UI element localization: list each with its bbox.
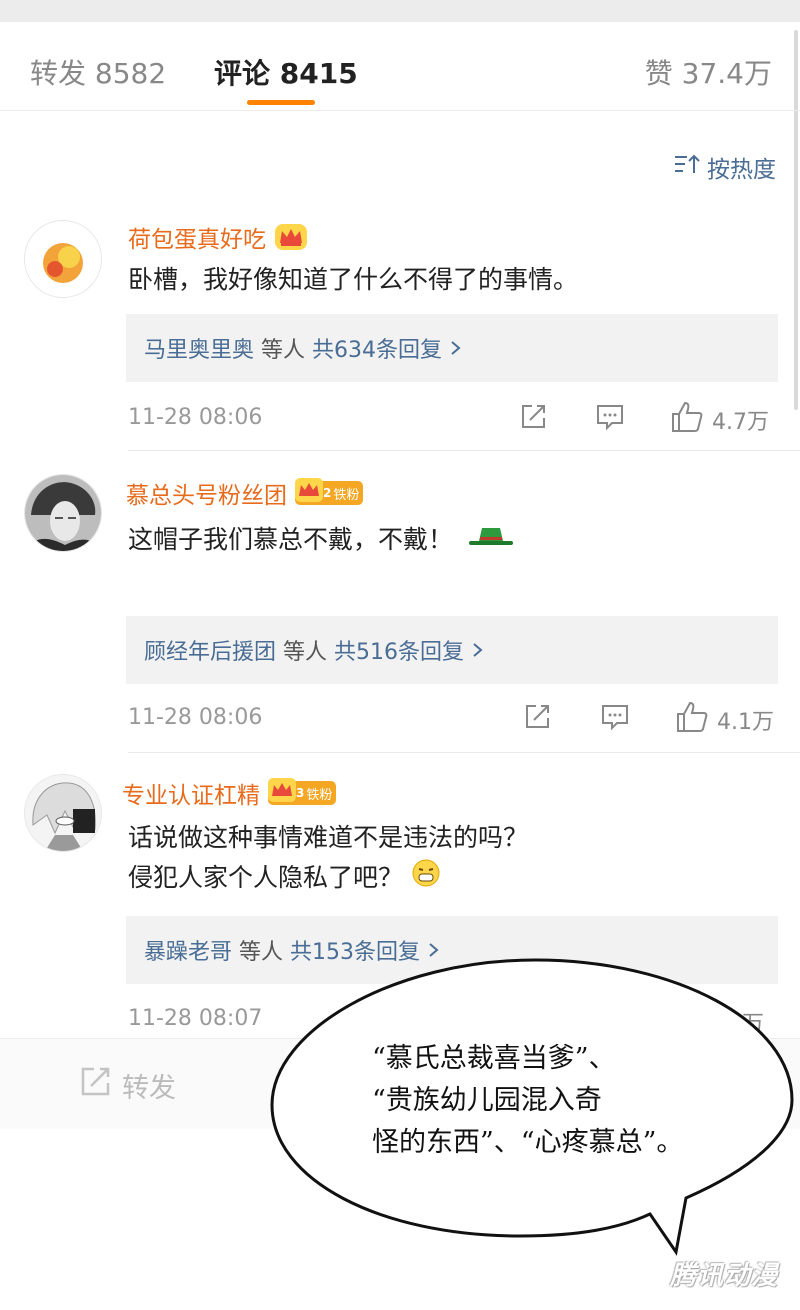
grin-emoji-icon (411, 858, 441, 900)
reply-user[interactable]: 顾经年后援团 (144, 640, 276, 665)
username-text: 慕总头号粉丝团 (126, 483, 287, 509)
tab-comment-count: 8415 (279, 57, 358, 90)
divider (128, 752, 800, 753)
sort-button[interactable]: 按热度 (673, 150, 776, 184)
chevron-right-icon (471, 640, 485, 665)
chevron-right-icon (449, 338, 463, 363)
reply-mid: 等人 (239, 940, 284, 965)
reply-count[interactable]: 共634条回复 (312, 338, 442, 363)
bubble-line: “慕氏总裁喜当爹”、 (372, 1043, 616, 1074)
share-icon (78, 1065, 112, 1106)
comment-username[interactable]: 慕总头号粉丝团 2 铁粉 (126, 476, 364, 510)
reply-user[interactable]: 暴躁老哥 (144, 940, 232, 965)
like-button[interactable]: 4.7万 (670, 400, 769, 440)
avatar[interactable] (24, 774, 102, 852)
comment-text-line: 侵犯人家个人隐私了吧？ (128, 863, 404, 892)
like-button[interactable]: 3万 (728, 1006, 764, 1038)
sort-icon (673, 152, 701, 182)
avatar[interactable] (24, 220, 102, 298)
comment-text: 这帽子我们慕总不戴，不戴！ (128, 520, 515, 561)
reply-mid: 等人 (261, 338, 306, 363)
comment-icon (600, 702, 630, 738)
comment-text-line: 这帽子我们慕总不戴，不戴！ (128, 525, 454, 554)
repost-label: 转发 (122, 1073, 176, 1104)
like-count: 4.1万 (717, 710, 774, 735)
reply-comment-button[interactable] (595, 402, 625, 438)
share-icon (518, 402, 548, 438)
reply-count[interactable]: 共516条回复 (334, 640, 464, 665)
comment-text: 话说做这种事情难道不是违法的吗？ 侵犯人家个人隐私了吧？ (128, 818, 528, 900)
chevron-right-icon (427, 940, 441, 965)
comment-time: 11-28 08:06 (128, 705, 263, 730)
bubble-line: “贵族幼儿园混入奇 (372, 1085, 602, 1116)
fan-level: 3 (296, 786, 305, 800)
repost-button[interactable]: 转发 (78, 1065, 176, 1106)
tab-repost-label: 转发 (30, 57, 87, 90)
tab-like-label: 赞 (644, 57, 673, 90)
reply-summary[interactable]: 顾经年后援团 等人 共516条回复 (126, 616, 778, 684)
comment-time: 11-28 08:07 (128, 1006, 263, 1031)
username-text: 专业认证杠精 (122, 783, 260, 809)
vip-crown-icon (274, 221, 308, 253)
comment-username[interactable]: 专业认证杠精 3 铁粉 (122, 776, 337, 810)
tab-repost[interactable]: 转发 8582 (30, 52, 166, 92)
comment-text: 卧槽，我好像知道了什么不得了的事情。 (128, 265, 579, 294)
tab-comment[interactable]: 评论 8415 (214, 52, 358, 92)
like-count: 4.7万 (712, 410, 769, 435)
tab-like-count: 37.4万 (681, 57, 772, 90)
bubble-line: 怪的东西”、“心疼慕总”。 (372, 1127, 684, 1158)
thumbs-up-icon (675, 700, 709, 740)
comment-text-line: 话说做这种事情难道不是违法的吗？ (128, 823, 529, 852)
tab-active-indicator (247, 100, 315, 105)
tab-bar: 转发 8582 评论 8415 赞 37.4万 (0, 22, 800, 111)
share-icon (522, 702, 552, 738)
reply-summary[interactable]: 暴躁老哥 等人 共153条回复 (126, 916, 778, 984)
reply-comment-button[interactable] (600, 702, 630, 738)
fan-badge: 2 铁粉 (295, 478, 364, 508)
divider (128, 450, 800, 451)
avatar[interactable] (24, 474, 102, 552)
fan-badge-text: 铁粉 (333, 487, 360, 503)
green-hat-emoji-icon (467, 521, 515, 561)
fan-crown-icon (268, 778, 296, 808)
reply-mid: 等人 (283, 640, 328, 665)
tab-like[interactable]: 赞 37.4万 (645, 52, 772, 92)
comment-text-line-2: 侵犯人家个人隐私了吧？ (128, 858, 528, 900)
like-button[interactable]: 4.1万 (675, 700, 774, 740)
comment-time: 11-28 08:06 (128, 405, 263, 430)
watermark-logo: 腾讯动漫 (669, 1261, 778, 1291)
fan-level: 2 (323, 486, 332, 500)
status-strip (0, 0, 800, 22)
speech-bubble-text: “慕氏总裁喜当爹”、 “贵族幼儿园混入奇 怪的东西”、“心疼慕总”。 (372, 1038, 683, 1164)
reply-count[interactable]: 共153条回复 (290, 940, 420, 965)
fan-crown-icon (295, 478, 323, 508)
comment-icon (595, 402, 625, 438)
reply-user[interactable]: 马里奥里奥 (144, 338, 254, 363)
reply-summary[interactable]: 马里奥里奥 等人 共634条回复 (126, 314, 778, 382)
tab-repost-count: 8582 (94, 57, 167, 90)
username-text: 荷包蛋真好吃 (128, 227, 266, 253)
sort-label: 按热度 (707, 157, 776, 183)
thumbs-up-icon (670, 400, 704, 440)
like-count: 3万 (728, 1012, 764, 1037)
fan-badge-text: 铁粉 (306, 787, 333, 803)
repost-comment-button[interactable] (518, 402, 548, 438)
repost-comment-button[interactable] (522, 702, 552, 738)
tab-comment-label: 评论 (214, 57, 271, 90)
comment-username[interactable]: 荷包蛋真好吃 (128, 220, 308, 254)
fan-badge: 3 铁粉 (268, 778, 337, 808)
